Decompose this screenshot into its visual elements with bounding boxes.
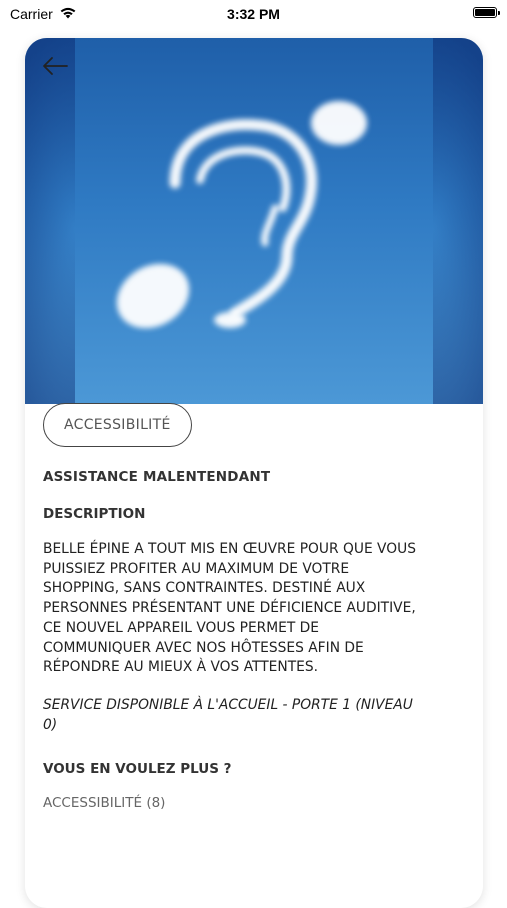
description-label: DESCRIPTION bbox=[43, 506, 146, 522]
status-time: 3:32 PM bbox=[227, 6, 280, 22]
battery-icon bbox=[473, 7, 500, 18]
description-text: BELLE ÉPINE A TOUT MIS EN ŒUVRE POUR QUE… bbox=[43, 541, 416, 676]
arrow-left-icon bbox=[43, 57, 68, 75]
more-label: VOUS EN VOULEZ PLUS ? bbox=[43, 761, 232, 778]
detail-content: ACCESSIBILITÉ ASSISTANCE MALENTENDANT DE… bbox=[43, 403, 423, 811]
page-title: ASSISTANCE MALENTENDANT bbox=[43, 469, 271, 485]
related-category-link[interactable]: ACCESSIBILITÉ (8) bbox=[43, 795, 165, 811]
ear-clouds-illustration bbox=[116, 101, 367, 329]
service-note: SERVICE DISPONIBLE À L'ACCUEIL - PORTE 1… bbox=[43, 696, 413, 733]
hero-image bbox=[25, 38, 483, 404]
category-tag[interactable]: ACCESSIBILITÉ bbox=[43, 403, 192, 447]
status-bar: Carrier 3:32 PM bbox=[0, 0, 507, 30]
back-button[interactable] bbox=[40, 54, 70, 78]
